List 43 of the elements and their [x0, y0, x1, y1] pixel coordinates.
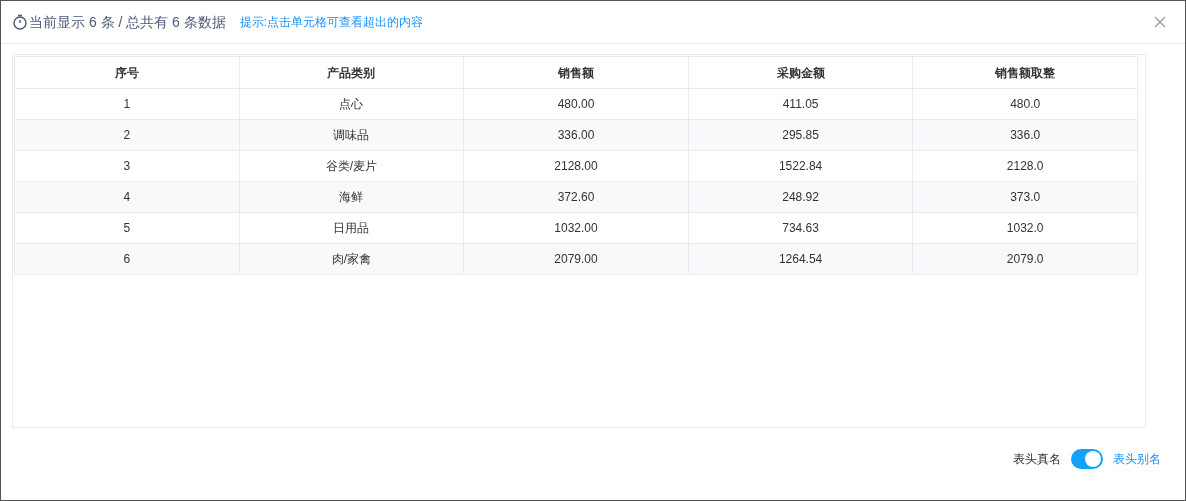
- table-cell: 6: [14, 243, 240, 275]
- table-cell: 2079.00: [463, 243, 689, 275]
- stopwatch-icon: [12, 14, 28, 30]
- table-cell: 点心: [239, 88, 464, 120]
- column-header: 采购金额: [688, 56, 913, 89]
- table-cell: 调味品: [239, 119, 464, 151]
- record-count: 当前显示 6 条 / 总共有 6 条数据: [29, 12, 226, 32]
- table-cell: 肉/家禽: [239, 243, 464, 275]
- table-cell: 5: [14, 212, 240, 244]
- close-icon: [1154, 16, 1166, 28]
- table-cell: 248.92: [688, 181, 913, 213]
- table-cell: 734.63: [688, 212, 913, 244]
- table-cell: 2128.0: [912, 150, 1138, 182]
- table-cell: 谷类/麦片: [239, 150, 464, 182]
- close-button[interactable]: [1152, 14, 1168, 30]
- table-cell: 1032.00: [463, 212, 689, 244]
- column-header: 销售额: [463, 56, 689, 89]
- hint-text: 提示:点击单元格可查看超出的内容: [239, 14, 424, 31]
- table-cell: 4: [14, 181, 240, 213]
- switch-off-label: 表头真名: [1013, 451, 1061, 468]
- table-cell: 1264.54: [688, 243, 913, 275]
- table-cell: 480.00: [463, 88, 689, 120]
- table-cell: 1522.84: [688, 150, 913, 182]
- table-cell: 295.85: [688, 119, 913, 151]
- column-header: 序号: [14, 56, 240, 89]
- table-cell: 1032.0: [912, 212, 1138, 244]
- table-cell: 1: [14, 88, 240, 120]
- table-cell: 336.00: [463, 119, 689, 151]
- table-cell: 2: [14, 119, 240, 151]
- table-cell: 373.0: [912, 181, 1138, 213]
- table-cell: 336.0: [912, 119, 1138, 151]
- column-header: 销售额取整: [912, 56, 1138, 89]
- table-cell: 480.0: [912, 88, 1138, 120]
- table-cell: 海鲜: [239, 181, 464, 213]
- table-cell: 2128.00: [463, 150, 689, 182]
- table-cell: 411.05: [688, 88, 913, 120]
- switch-on-label: 表头别名: [1113, 451, 1161, 468]
- table-cell: 372.60: [463, 181, 689, 213]
- table-cell: 3: [14, 150, 240, 182]
- table-cell: 2079.0: [912, 243, 1138, 275]
- toggle-switch[interactable]: [1071, 449, 1103, 469]
- table-cell: 日用品: [239, 212, 464, 244]
- column-header: 产品类别: [239, 56, 464, 89]
